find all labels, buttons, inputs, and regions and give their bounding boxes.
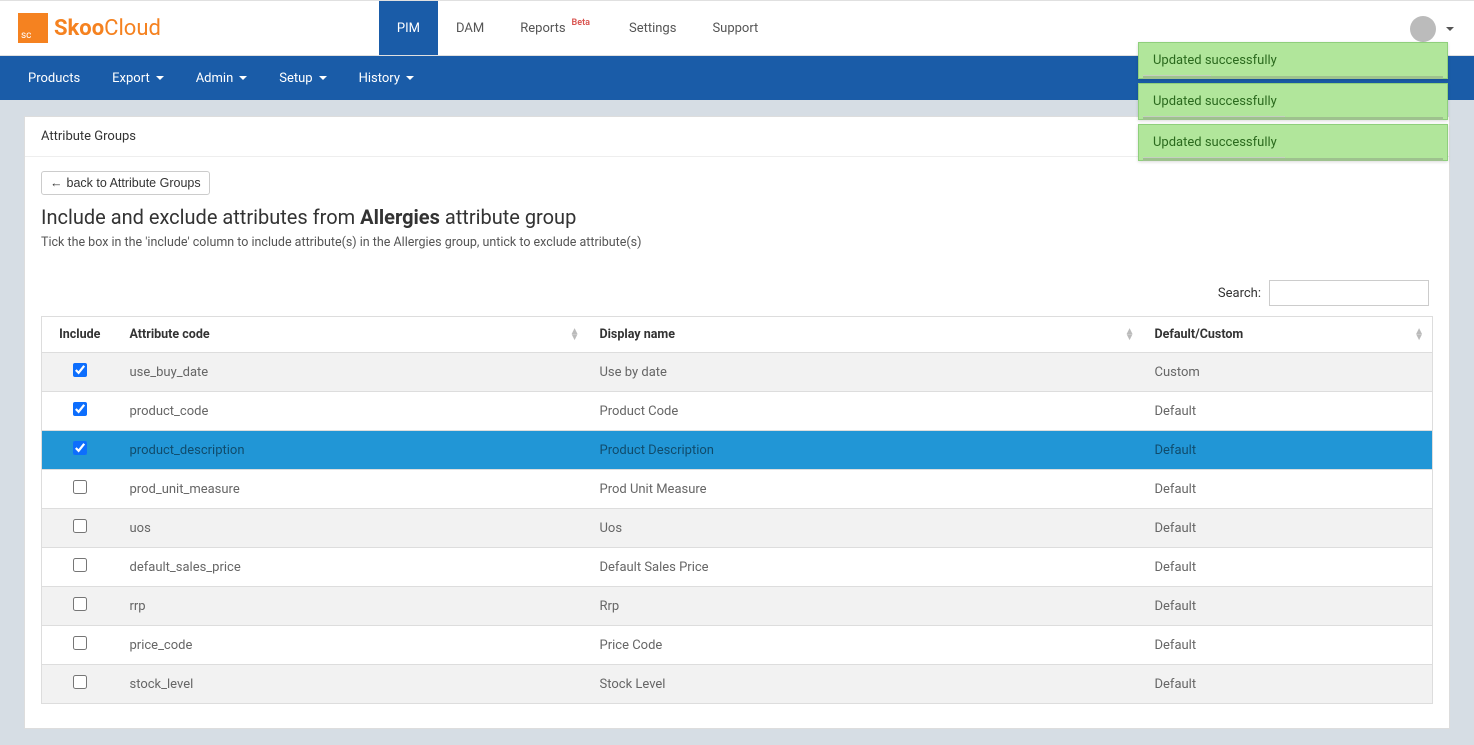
toast-progress bbox=[1143, 116, 1285, 118]
logo-square: sc bbox=[18, 13, 48, 43]
include-checkbox[interactable] bbox=[73, 480, 87, 494]
toast-success[interactable]: Updated successfully bbox=[1138, 124, 1448, 161]
toast-progress bbox=[1143, 157, 1285, 159]
cell-type: Default bbox=[1143, 548, 1433, 587]
toast-stack: Updated successfully Updated successfully… bbox=[1138, 42, 1448, 161]
col-display-name[interactable]: Display name▲▼ bbox=[588, 317, 1143, 353]
subnav-item-export[interactable]: Export bbox=[96, 56, 180, 100]
table-row[interactable]: use_buy_dateUse by dateCustom bbox=[42, 353, 1433, 392]
table-toolbar: Search: bbox=[41, 280, 1429, 306]
table-row[interactable]: product_descriptionProduct DescriptionDe… bbox=[42, 431, 1433, 470]
cell-display-name: Product Code bbox=[588, 392, 1143, 431]
include-checkbox[interactable] bbox=[73, 519, 87, 533]
chevron-down-icon bbox=[406, 76, 414, 80]
back-button-label: back to Attribute Groups bbox=[67, 176, 201, 190]
toast-success[interactable]: Updated successfully bbox=[1138, 83, 1448, 120]
sort-icon: ▲▼ bbox=[1414, 329, 1424, 341]
cell-attribute-code: product_code bbox=[118, 392, 588, 431]
cell-attribute-code: product_description bbox=[118, 431, 588, 470]
logo-text: SkooCloud bbox=[54, 16, 161, 41]
cell-display-name: Prod Unit Measure bbox=[588, 470, 1143, 509]
sort-icon: ▲▼ bbox=[1125, 329, 1135, 341]
cell-attribute-code: uos bbox=[118, 509, 588, 548]
topnav-item-pim[interactable]: PIM bbox=[379, 1, 438, 55]
toast-progress bbox=[1143, 75, 1211, 77]
attributes-table: Include Attribute code▲▼ Display name▲▼ … bbox=[41, 316, 1433, 704]
cell-type: Default bbox=[1143, 587, 1433, 626]
cell-display-name: Default Sales Price bbox=[588, 548, 1143, 587]
table-row[interactable]: stock_levelStock LevelDefault bbox=[42, 665, 1433, 704]
badge: Beta bbox=[569, 18, 593, 28]
table-row[interactable]: default_sales_priceDefault Sales PriceDe… bbox=[42, 548, 1433, 587]
cell-type: Default bbox=[1143, 665, 1433, 704]
include-checkbox[interactable] bbox=[73, 441, 87, 455]
table-row[interactable]: prod_unit_measureProd Unit MeasureDefaul… bbox=[42, 470, 1433, 509]
cell-type: Default bbox=[1143, 392, 1433, 431]
include-checkbox[interactable] bbox=[73, 402, 87, 416]
cell-type: Default bbox=[1143, 626, 1433, 665]
page-subtitle: Tick the box in the 'include' column to … bbox=[41, 235, 1433, 250]
cell-attribute-code: stock_level bbox=[118, 665, 588, 704]
chevron-down-icon bbox=[1446, 27, 1454, 31]
chevron-down-icon bbox=[156, 76, 164, 80]
cell-display-name: Product Description bbox=[588, 431, 1143, 470]
cell-attribute-code: price_code bbox=[118, 626, 588, 665]
chevron-down-icon bbox=[239, 76, 247, 80]
main-panel: Attribute Groups ← back to Attribute Gro… bbox=[24, 116, 1450, 729]
subnav-item-products[interactable]: Products bbox=[12, 56, 96, 100]
page-title: Include and exclude attributes from Alle… bbox=[41, 205, 1433, 229]
include-checkbox[interactable] bbox=[73, 363, 87, 377]
include-checkbox[interactable] bbox=[73, 675, 87, 689]
table-row[interactable]: product_codeProduct CodeDefault bbox=[42, 392, 1433, 431]
cell-attribute-code: use_buy_date bbox=[118, 353, 588, 392]
col-default-custom[interactable]: Default/Custom▲▼ bbox=[1143, 317, 1433, 353]
subnav-item-history[interactable]: History bbox=[343, 56, 430, 100]
search-input[interactable] bbox=[1269, 280, 1429, 306]
cell-type: Default bbox=[1143, 509, 1433, 548]
cell-type: Default bbox=[1143, 431, 1433, 470]
cell-display-name: Rrp bbox=[588, 587, 1143, 626]
search-label: Search: bbox=[1218, 286, 1261, 301]
cell-display-name: Price Code bbox=[588, 626, 1143, 665]
cell-attribute-code: rrp bbox=[118, 587, 588, 626]
topnav-item-support[interactable]: Support bbox=[694, 1, 776, 55]
subnav-item-admin[interactable]: Admin bbox=[180, 56, 264, 100]
col-include[interactable]: Include bbox=[42, 317, 118, 353]
cell-display-name: Uos bbox=[588, 509, 1143, 548]
table-row[interactable]: price_codePrice CodeDefault bbox=[42, 626, 1433, 665]
cell-type: Custom bbox=[1143, 353, 1433, 392]
arrow-left-icon: ← bbox=[50, 176, 63, 190]
cell-type: Default bbox=[1143, 470, 1433, 509]
cell-attribute-code: prod_unit_measure bbox=[118, 470, 588, 509]
topnav-item-dam[interactable]: DAM bbox=[438, 1, 502, 55]
table-row[interactable]: rrpRrpDefault bbox=[42, 587, 1433, 626]
cell-attribute-code: default_sales_price bbox=[118, 548, 588, 587]
back-button[interactable]: ← back to Attribute Groups bbox=[41, 171, 210, 195]
subnav-item-setup[interactable]: Setup bbox=[263, 56, 342, 100]
include-checkbox[interactable] bbox=[73, 597, 87, 611]
include-checkbox[interactable] bbox=[73, 558, 87, 572]
topnav-item-reports[interactable]: ReportsBeta bbox=[502, 1, 611, 55]
chevron-down-icon bbox=[319, 76, 327, 80]
brand-logo[interactable]: sc SkooCloud bbox=[0, 1, 179, 55]
topnav-item-settings[interactable]: Settings bbox=[611, 1, 694, 55]
table-row[interactable]: uosUosDefault bbox=[42, 509, 1433, 548]
toast-success[interactable]: Updated successfully bbox=[1138, 42, 1448, 79]
cell-display-name: Stock Level bbox=[588, 665, 1143, 704]
sort-icon: ▲▼ bbox=[570, 329, 580, 341]
col-attribute-code[interactable]: Attribute code▲▼ bbox=[118, 317, 588, 353]
include-checkbox[interactable] bbox=[73, 636, 87, 650]
cell-display-name: Use by date bbox=[588, 353, 1143, 392]
avatar bbox=[1410, 16, 1436, 42]
